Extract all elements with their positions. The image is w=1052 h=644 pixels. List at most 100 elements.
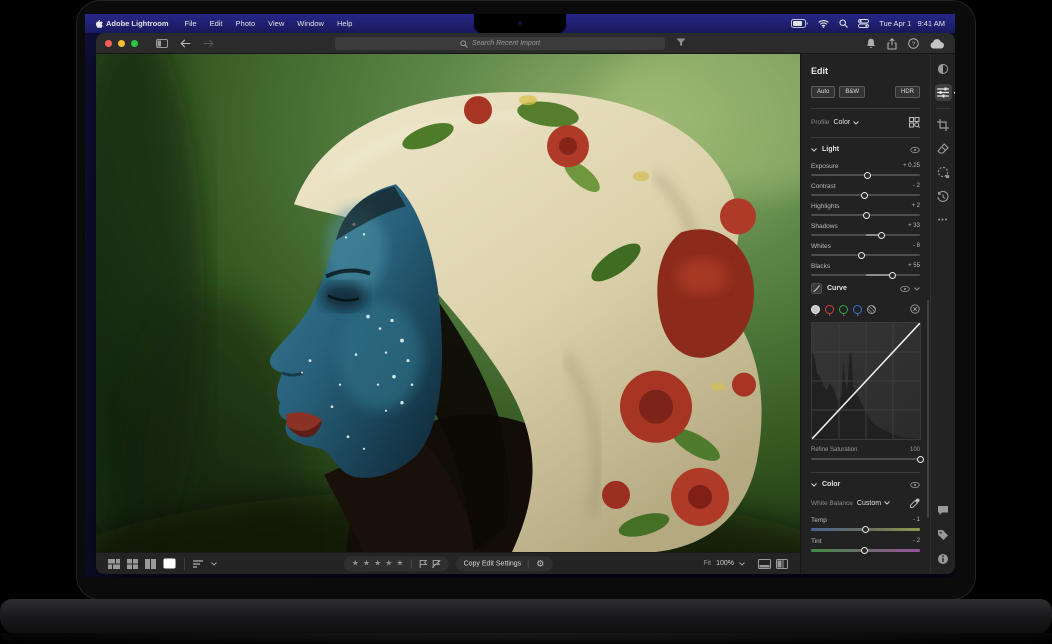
before-after-icon[interactable] <box>776 559 788 569</box>
slider-knob[interactable] <box>863 212 870 219</box>
slider-track[interactable] <box>811 254 920 256</box>
compare-view-icon[interactable] <box>145 559 156 569</box>
channel-parametric-button[interactable] <box>867 305 876 314</box>
tone-curve-graph[interactable] <box>811 322 921 440</box>
star-rating-1[interactable]: ★ <box>352 560 359 568</box>
zoom-fit-label[interactable]: Fit <box>703 560 711 567</box>
menubar-date[interactable]: Tue Apr 1 <box>879 19 911 28</box>
white-balance-value[interactable]: Custom <box>857 500 881 507</box>
filter-button[interactable] <box>676 38 686 47</box>
pick-flag-icon[interactable] <box>419 559 428 568</box>
photo-canvas[interactable] <box>96 54 800 552</box>
versions-button[interactable] <box>935 188 952 205</box>
chevron-down-icon[interactable] <box>739 562 745 566</box>
light-section-header[interactable]: Light <box>811 146 920 153</box>
tint-slider-track[interactable] <box>811 549 920 552</box>
masking-tool-button[interactable] <box>935 164 952 181</box>
edit-tool-button[interactable] <box>935 84 952 101</box>
slider-knob[interactable] <box>862 526 869 533</box>
battery-icon[interactable] <box>791 19 808 28</box>
sidebar-toggle-button[interactable] <box>156 39 168 48</box>
detail-view-icon[interactable] <box>163 558 176 569</box>
cloud-sync-icon[interactable] <box>930 39 945 49</box>
crop-tool-button[interactable] <box>935 116 952 133</box>
star-rating-2[interactable]: ★ <box>363 560 370 568</box>
sort-button[interactable] <box>193 560 217 568</box>
slider-track[interactable] <box>811 214 920 216</box>
color-section-header[interactable]: Color <box>811 481 920 488</box>
forward-button[interactable] <box>203 39 214 48</box>
auto-button[interactable]: Auto <box>811 86 835 98</box>
presets-button[interactable] <box>935 60 952 77</box>
slider-knob[interactable] <box>917 456 924 463</box>
profile-value[interactable]: Color <box>833 119 850 126</box>
bw-button[interactable]: B&W <box>839 86 865 98</box>
menu-help[interactable]: Help <box>337 19 352 28</box>
comments-button[interactable] <box>935 502 952 519</box>
slider-knob[interactable] <box>861 547 868 554</box>
apple-menu[interactable] <box>95 19 104 29</box>
slider-track[interactable] <box>811 194 920 196</box>
reset-curve-icon[interactable] <box>910 304 920 314</box>
info-button[interactable] <box>935 550 952 567</box>
slider-knob[interactable] <box>889 272 896 279</box>
slider-track[interactable] <box>811 274 920 276</box>
channel-luminance-button[interactable] <box>811 305 820 314</box>
notifications-bell-icon[interactable] <box>866 38 876 49</box>
photo-grid-view-icon[interactable] <box>108 559 120 569</box>
chevron-down-icon[interactable] <box>853 121 859 125</box>
slider-track[interactable] <box>811 234 920 236</box>
settings-gear-icon[interactable]: ⚙ <box>536 559 544 568</box>
healing-tool-button[interactable] <box>935 140 952 157</box>
visibility-eye-icon[interactable] <box>910 147 920 153</box>
menu-file[interactable]: File <box>185 19 197 28</box>
spotlight-search-icon[interactable] <box>839 19 848 28</box>
square-grid-view-icon[interactable] <box>127 559 138 569</box>
star-rating-4[interactable]: ★ <box>385 560 392 568</box>
slider-knob[interactable] <box>861 192 868 199</box>
search-input[interactable]: Search Recent Import <box>335 37 665 50</box>
eyedropper-icon[interactable] <box>910 498 920 508</box>
slider-track[interactable] <box>811 174 920 176</box>
channel-green-button[interactable] <box>839 305 848 314</box>
close-button[interactable] <box>105 40 112 47</box>
slider-knob[interactable] <box>878 232 885 239</box>
visibility-eye-icon[interactable] <box>900 286 910 292</box>
help-icon[interactable]: ? <box>908 38 919 49</box>
menu-photo[interactable]: Photo <box>236 19 256 28</box>
slider-knob[interactable] <box>858 252 865 259</box>
browse-profiles-icon[interactable] <box>909 117 920 128</box>
chevron-down-icon[interactable] <box>914 287 920 291</box>
star-rating-5[interactable]: ★ <box>396 560 403 568</box>
control-center-icon[interactable] <box>858 19 869 28</box>
back-button[interactable] <box>180 39 191 48</box>
menu-edit[interactable]: Edit <box>210 19 223 28</box>
wifi-icon[interactable] <box>818 19 829 28</box>
temp-slider-track[interactable] <box>811 528 920 531</box>
channel-blue-button[interactable] <box>853 305 862 314</box>
menubar-time[interactable]: 9:41 AM <box>917 19 945 28</box>
chevron-down-icon[interactable] <box>884 501 890 505</box>
zoom-button[interactable] <box>131 40 138 47</box>
copy-edit-settings-button[interactable]: Copy Edit Settings <box>464 560 522 567</box>
menubar-app-name[interactable]: Adobe Lightroom <box>106 19 169 28</box>
filmstrip-toggle-icon[interactable] <box>758 559 771 569</box>
panel-scrollbar[interactable] <box>927 300 929 518</box>
slider-knob[interactable] <box>864 172 871 179</box>
menu-view[interactable]: View <box>268 19 284 28</box>
healing-eraser-icon <box>937 143 949 155</box>
share-icon[interactable] <box>887 38 897 50</box>
keywords-button[interactable] <box>935 526 952 543</box>
zoom-level-value[interactable]: 100% <box>716 560 734 567</box>
channel-red-button[interactable] <box>825 305 834 314</box>
menu-window[interactable]: Window <box>297 19 324 28</box>
hdr-button[interactable]: HDR <box>895 86 920 98</box>
visibility-eye-icon[interactable] <box>910 482 920 488</box>
curve-section-header[interactable]: Curve <box>811 283 920 294</box>
reject-flag-icon[interactable] <box>432 559 441 568</box>
tool-rail: ••• <box>930 54 955 574</box>
refine-saturation-track[interactable] <box>811 458 920 460</box>
star-rating-3[interactable]: ★ <box>374 560 381 568</box>
more-options-button[interactable]: ••• <box>935 212 952 229</box>
minimize-button[interactable] <box>118 40 125 47</box>
